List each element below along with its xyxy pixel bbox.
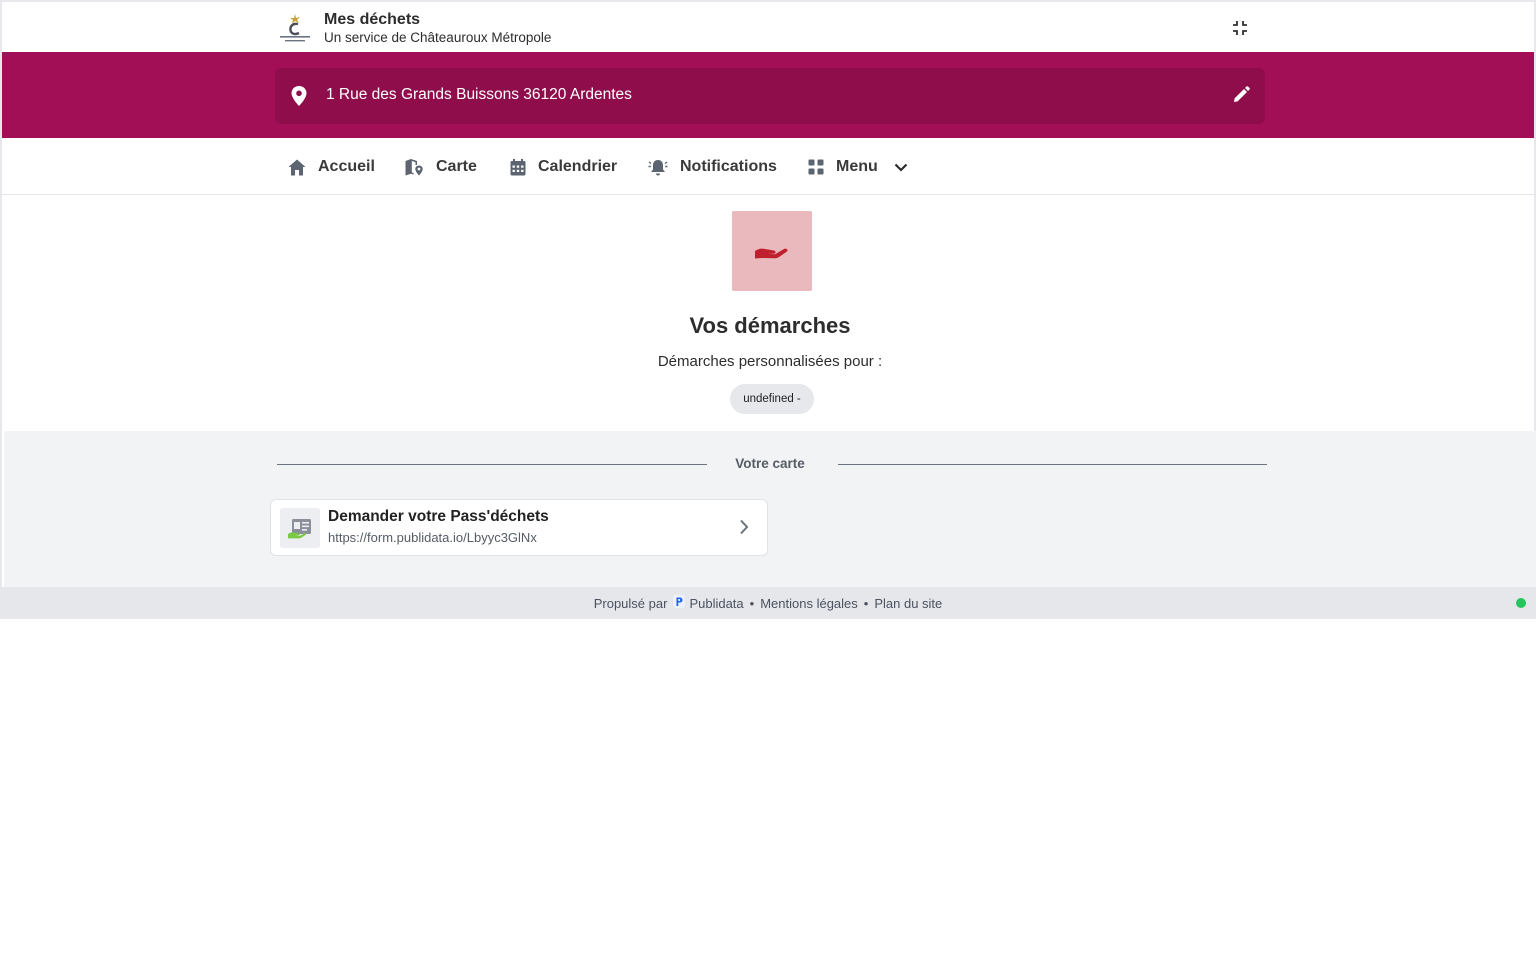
chevron-down-icon [894,163,908,172]
sitemap-link[interactable]: Plan du site [874,596,942,611]
calendar-icon [510,158,526,175]
separator-dot: • [749,595,755,611]
chevron-right-icon [739,519,749,540]
card-url: https://form.publidata.io/Lbyyc3GlNx [328,530,537,545]
nav-label: Calendrier [538,158,618,175]
collapse-icon [1233,21,1247,35]
location-pin-icon [291,86,307,111]
nav-item-menu[interactable]: Menu [808,156,908,178]
legal-link[interactable]: Mentions légales [760,596,858,611]
edit-pencil-icon[interactable] [1231,85,1251,110]
address-selector[interactable]: 1 Rue des Grands Buissons 36120 Ardentes [275,68,1265,124]
address-band: 1 Rue des Grands Buissons 36120 Ardentes [2,52,1534,138]
collapse-button[interactable] [1228,16,1252,40]
card-title: Demander votre Pass'déchets [328,508,549,525]
map-pin-icon [405,159,423,176]
nav-item-notifications[interactable]: Notifications [648,156,777,178]
id-card-icon [280,508,320,548]
nav-item-carte[interactable]: Carte [405,156,477,178]
top-bar: Mes déchets Un service de Châteauroux Mé… [2,2,1534,52]
section-label: Votre carte [735,456,805,471]
page-subtitle: Démarches personnalisées pour : [657,353,883,370]
nav-label: Carte [436,158,477,175]
grid-icon [808,159,824,175]
card-section: Votre carte Demander votre Pass'déchets … [4,431,1536,589]
publidata-link[interactable]: Publidata [689,596,743,611]
home-icon [288,159,306,175]
nav-label: Menu [836,158,878,175]
personalization-chip[interactable]: undefined - [730,384,814,414]
nav-label: Notifications [680,158,777,175]
bell-icon [648,160,668,176]
nav-label: Accueil [318,158,375,175]
status-indicator [1516,598,1526,608]
footer: Propulsé par Publidata • Mentions légale… [0,587,1536,619]
demarches-hero-icon [732,211,812,291]
powered-by-label: Propulsé par [593,595,668,611]
pass-dechets-card[interactable]: Demander votre Pass'déchets https://form… [270,499,768,556]
main-nav: Accueil Carte Calendrier Notifications M… [2,138,1534,195]
address-text: 1 Rue des Grands Buissons 36120 Ardentes [326,86,632,103]
hand-offer-icon [755,248,788,259]
page-title: Vos démarches [689,313,851,338]
nav-item-calendrier[interactable]: Calendrier [510,156,617,178]
app-title: Mes déchets [324,11,421,28]
publidata-logo-icon [673,595,686,611]
chateauroux-logo [278,12,312,44]
nav-item-accueil[interactable]: Accueil [288,156,375,178]
app-subtitle: Un service de Châteauroux Métropole [324,30,552,45]
app-frame: Mes déchets Un service de Châteauroux Mé… [0,0,1536,619]
separator-dot: • [863,595,869,611]
